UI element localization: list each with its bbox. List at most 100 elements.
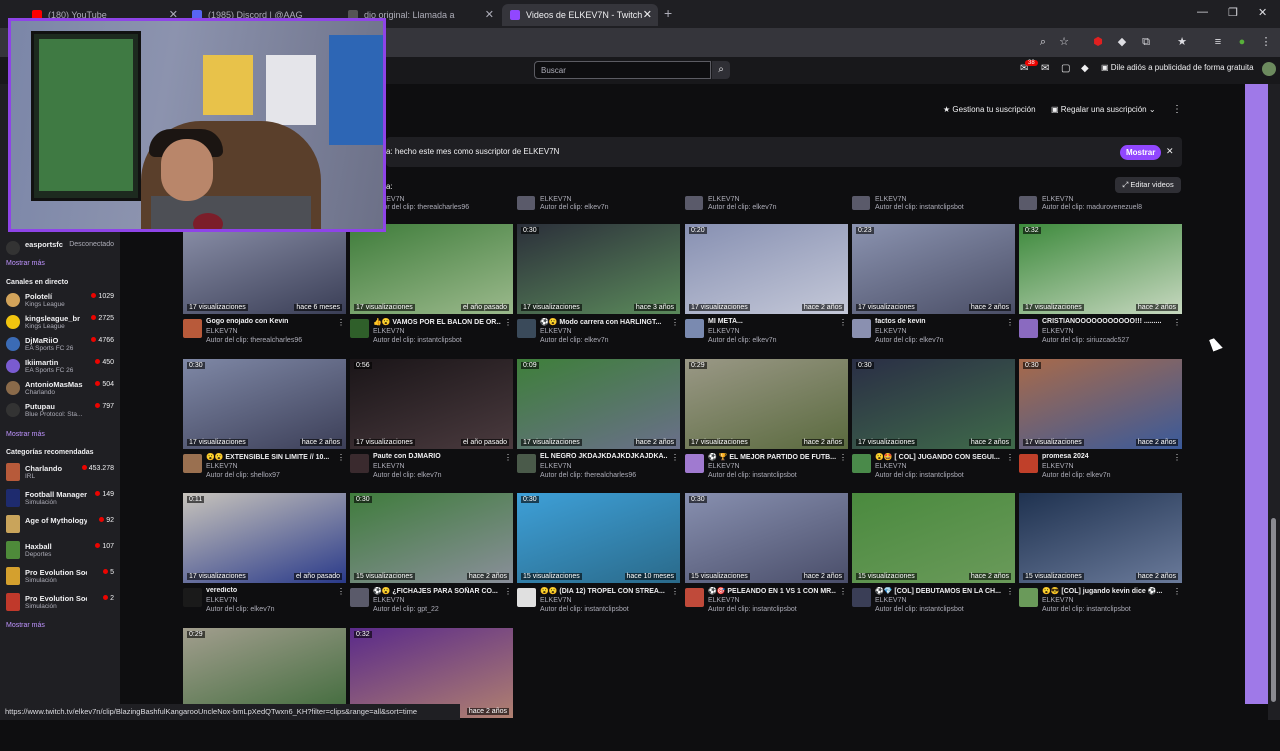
clip-title[interactable]: CRISTIANOOOOOOOOOOO!!! ......... [1042, 318, 1170, 325]
clip-channel[interactable]: ELKEV7N [708, 463, 740, 470]
clip-channel[interactable]: ELKEV7N [1042, 463, 1074, 470]
category-item[interactable]: Football Manager ... Simulación 149 [6, 489, 116, 509]
category-item[interactable]: Pro Evolution Soc... Simulación 5 [6, 567, 116, 587]
clip-thumbnail[interactable]: 0:11 17 visualizaciones el año pasado [183, 493, 346, 583]
channel-avatar[interactable] [852, 588, 871, 607]
clip-thumbnail[interactable]: 0:30 17 visualizaciones hace 2 años [1019, 359, 1182, 449]
media-control-icon[interactable]: ≡ [1211, 35, 1225, 49]
clip-channel[interactable]: ELKEV7N [1042, 328, 1074, 335]
channel-avatar[interactable] [183, 588, 202, 607]
clip-card[interactable]: 0:29 17 visualizaciones hace 2 años ⚽ 🏆 … [685, 359, 848, 482]
clip-options-icon[interactable]: ⋮ [337, 453, 345, 462]
clip-title[interactable]: MI META... [708, 318, 836, 325]
search-input[interactable]: Buscar [534, 61, 711, 79]
channel-avatar[interactable] [1019, 454, 1038, 473]
channel-avatar[interactable] [183, 319, 202, 338]
channel-more-menu[interactable]: ⋮ [1172, 104, 1182, 115]
show-button[interactable]: Mostrar [1120, 145, 1162, 160]
channel-avatar[interactable] [685, 588, 704, 607]
edit-videos-button[interactable]: ⤢ Editar videos [1115, 177, 1181, 193]
channel-avatar[interactable] [852, 319, 871, 338]
clip-thumbnail[interactable]: 0:23 17 visualizaciones hace 2 años [852, 224, 1015, 314]
clip-card[interactable]: 15 visualizaciones hace 2 años 😮😎 [COL] … [1019, 493, 1182, 616]
clip-card[interactable]: 17 visualizaciones hace 6 meses Gogo eno… [183, 224, 346, 347]
show-more-link[interactable]: Mostrar más [6, 260, 45, 267]
clip-channel[interactable]: ELKEV7N [1042, 597, 1074, 604]
clip-card[interactable]: 0:30 17 visualizaciones hace 2 años 😮🤩 [… [852, 359, 1015, 482]
clip-card[interactable]: 0:30 15 visualizaciones hace 2 años ⚽🎯 P… [685, 493, 848, 616]
clip-channel[interactable]: ELKEV7N [708, 328, 740, 335]
gift-subscription-button[interactable]: ▣ Regalar una suscripción ⌄ [1051, 105, 1156, 114]
clip-card[interactable]: 0:30 17 visualizaciones hace 2 años prom… [1019, 359, 1182, 482]
clip-options-icon[interactable]: ⋮ [671, 453, 679, 462]
live-channel-item[interactable]: kingsleague_br Kings League 2725 [6, 313, 116, 333]
close-window-button[interactable]: ✕ [1258, 6, 1267, 19]
clip-options-icon[interactable]: ⋮ [337, 318, 345, 327]
activity-icon[interactable]: ▢ [1061, 63, 1070, 74]
clip-options-icon[interactable]: ⋮ [504, 453, 512, 462]
clip-options-icon[interactable]: ⋮ [839, 318, 847, 327]
manage-subscription-button[interactable]: ★ Gestiona tu suscripción [943, 105, 1036, 114]
clip-card-partial[interactable]: ELKEV7N Autor del clip: madurovenezuel8 [1019, 196, 1182, 216]
clip-channel[interactable]: ELKEV7N [373, 328, 405, 335]
clip-channel[interactable]: ELKEV7N [708, 597, 740, 604]
channel-avatar[interactable] [183, 454, 202, 473]
clip-card[interactable]: 0:23 17 visualizaciones hace 2 años fact… [852, 224, 1015, 347]
clip-channel[interactable]: ELKEV7N [540, 597, 572, 604]
minimize-button[interactable]: — [1197, 6, 1208, 18]
clip-options-icon[interactable]: ⋮ [1006, 587, 1014, 596]
clip-card[interactable]: 0:32 hace 2 años [350, 628, 513, 751]
clip-channel[interactable]: ELKEV7N [206, 328, 238, 335]
clip-card[interactable]: 0:56 17 visualizaciones el año pasado Pa… [350, 359, 513, 482]
close-notice-icon[interactable]: ✕ [1166, 146, 1174, 157]
clip-thumbnail[interactable]: 0:30 15 visualizaciones hace 2 años [350, 493, 513, 583]
clip-options-icon[interactable]: ⋮ [1006, 318, 1014, 327]
clip-title[interactable]: ⚽🎯 PELEANDO EN 1 VS 1 CON MR... [708, 587, 836, 595]
category-item[interactable]: Haxball Deportes 107 [6, 541, 116, 561]
channel-avatar[interactable] [1019, 319, 1038, 338]
clip-thumbnail[interactable]: 17 visualizaciones el año pasado [350, 224, 513, 314]
clip-thumbnail[interactable]: 17 visualizaciones hace 6 meses [183, 224, 346, 314]
channel-avatar[interactable] [350, 588, 369, 607]
clip-title[interactable]: ⚽😮 ¿FICHAJES PARA SOÑAR CO... [373, 587, 501, 595]
clip-title[interactable]: veredicto [206, 587, 334, 594]
clip-card[interactable]: 0:11 17 visualizaciones el año pasado ve… [183, 493, 346, 616]
clip-thumbnail[interactable]: 0:30 15 visualizaciones hace 2 años [685, 493, 848, 583]
clip-options-icon[interactable]: ⋮ [337, 587, 345, 596]
clip-options-icon[interactable]: ⋮ [671, 587, 679, 596]
clip-thumbnail[interactable]: 15 visualizaciones hace 2 años [852, 493, 1015, 583]
clip-title[interactable]: promesa 2024 [1042, 453, 1170, 460]
clip-options-icon[interactable]: ⋮ [504, 587, 512, 596]
channel-avatar[interactable] [517, 454, 536, 473]
clip-card-partial[interactable]: ELKEV7N Autor del clip: instantclipsbot [852, 196, 1015, 216]
clip-channel[interactable]: ELKEV7N [206, 597, 238, 604]
clip-channel[interactable]: ELKEV7N [875, 463, 907, 470]
clip-card[interactable]: 0:30 15 visualizaciones hace 2 años ⚽😮 ¿… [350, 493, 513, 616]
clip-options-icon[interactable]: ⋮ [504, 318, 512, 327]
clip-channel[interactable]: ELKEV7N [373, 597, 405, 604]
whispers-icon[interactable]: ✉ [1041, 63, 1049, 74]
live-channel-item[interactable]: Polotelí Kings League 1029 [6, 291, 116, 311]
clip-options-icon[interactable]: ⋮ [839, 587, 847, 596]
clip-thumbnail[interactable]: 0:30 15 visualizaciones hace 10 meses [517, 493, 680, 583]
ad-free-button[interactable]: ▣ Dile adiós a publicidad de forma gratu… [1101, 63, 1254, 72]
clip-thumbnail[interactable]: 0:30 17 visualizaciones hace 2 años [852, 359, 1015, 449]
extension-shield-icon[interactable]: ⬢ [1091, 35, 1105, 49]
clip-card[interactable]: 0:09 17 visualizaciones hace 2 años EL N… [517, 359, 680, 482]
clip-thumbnail[interactable]: 0:56 17 visualizaciones el año pasado [350, 359, 513, 449]
channel-avatar[interactable] [517, 319, 536, 338]
search-button[interactable]: ⌕ [712, 61, 730, 79]
category-item[interactable]: Charlando IRL 453.278 [6, 463, 116, 483]
profile-icon[interactable]: ● [1235, 35, 1249, 49]
live-channel-item[interactable]: Ikiimartin EA Sports FC 26 450 [6, 357, 116, 377]
show-more-link[interactable]: Mostrar más [6, 431, 45, 438]
clip-options-icon[interactable]: ⋮ [1173, 587, 1181, 596]
clip-title[interactable]: Gogo enojado con Kevin [206, 318, 334, 325]
clip-thumbnail[interactable]: 0:32 17 visualizaciones hace 2 años [1019, 224, 1182, 314]
category-item[interactable]: Pro Evolution Soc... Simulación 2 [6, 593, 116, 613]
clip-channel[interactable]: ELKEV7N [875, 597, 907, 604]
extensions-puzzle-icon[interactable]: ⧉ [1139, 35, 1153, 49]
extension-diamond-icon[interactable]: ◆ [1115, 35, 1129, 49]
clip-options-icon[interactable]: ⋮ [671, 318, 679, 327]
clip-title[interactable]: 😮🤩 [ COL] JUGANDO CON SEGUI... [875, 453, 1003, 461]
